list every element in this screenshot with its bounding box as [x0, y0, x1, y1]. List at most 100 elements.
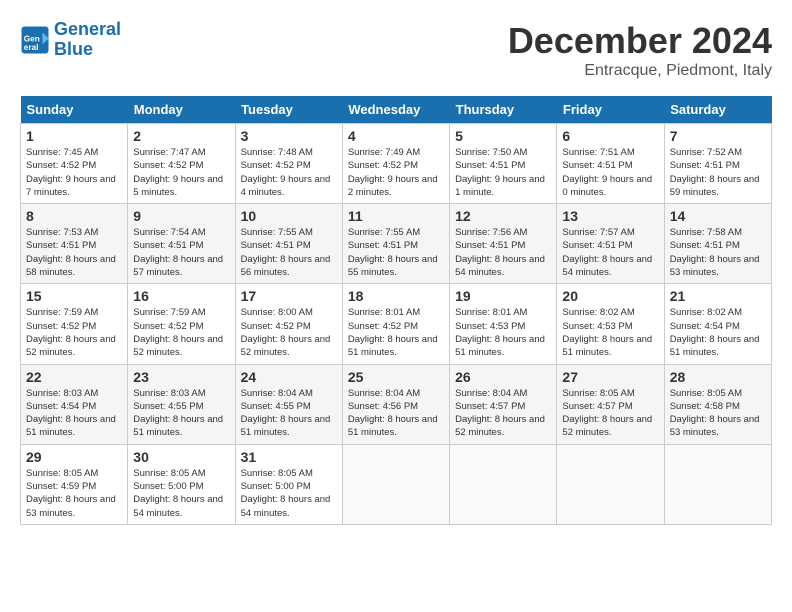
- calendar-cell: 21 Sunrise: 8:02 AM Sunset: 4:54 PM Dayli…: [664, 284, 771, 364]
- day-number: 25: [348, 369, 444, 385]
- day-info: Sunrise: 7:51 AM Sunset: 4:51 PM Dayligh…: [562, 146, 658, 199]
- calendar-cell: 24 Sunrise: 8:04 AM Sunset: 4:55 PM Dayli…: [235, 364, 342, 444]
- weekday-header-row: SundayMondayTuesdayWednesdayThursdayFrid…: [21, 96, 772, 124]
- day-number: 22: [26, 369, 122, 385]
- day-info: Sunrise: 7:55 AM Sunset: 4:51 PM Dayligh…: [241, 226, 337, 279]
- calendar-cell: 5Sunrise: 7:50 AM Sunset: 4:51 PM Daylig…: [450, 124, 557, 204]
- calendar-week-1: 1Sunrise: 7:45 AM Sunset: 4:52 PM Daylig…: [21, 124, 772, 204]
- logo: Gen eral General Blue: [20, 20, 121, 60]
- calendar-cell: 13 Sunrise: 7:57 AM Sunset: 4:51 PM Dayli…: [557, 204, 664, 284]
- day-number: 2: [133, 128, 229, 144]
- logo-line1: General: [54, 19, 121, 39]
- calendar-cell: 11 Sunrise: 7:55 AM Sunset: 4:51 PM Dayli…: [342, 204, 449, 284]
- day-info: Sunrise: 8:05 AM Sunset: 5:00 PM Dayligh…: [241, 467, 337, 520]
- calendar-cell: 26Sunrise: 8:04 AM Sunset: 4:57 PM Dayli…: [450, 364, 557, 444]
- day-info: Sunrise: 7:54 AM Sunset: 4:51 PM Dayligh…: [133, 226, 229, 279]
- calendar-cell: 19Sunrise: 8:01 AM Sunset: 4:53 PM Dayli…: [450, 284, 557, 364]
- day-info: Sunrise: 7:55 AM Sunset: 4:51 PM Dayligh…: [348, 226, 444, 279]
- day-number: 21: [670, 288, 766, 304]
- svg-text:eral: eral: [24, 43, 39, 52]
- calendar-cell: [342, 444, 449, 524]
- day-number: 1: [26, 128, 122, 144]
- calendar-cell: 12Sunrise: 7:56 AM Sunset: 4:51 PM Dayli…: [450, 204, 557, 284]
- day-number: 18: [348, 288, 444, 304]
- day-number: 9: [133, 208, 229, 224]
- day-info: Sunrise: 7:59 AM Sunset: 4:52 PM Dayligh…: [26, 306, 122, 359]
- page-header: Gen eral General Blue December 2024 Entr…: [20, 20, 772, 80]
- day-number: 5: [455, 128, 551, 144]
- calendar-week-4: 22 Sunrise: 8:03 AM Sunset: 4:54 PM Dayli…: [21, 364, 772, 444]
- calendar-cell: 18Sunrise: 8:01 AM Sunset: 4:52 PM Dayli…: [342, 284, 449, 364]
- day-number: 17: [241, 288, 337, 304]
- day-info: Sunrise: 8:05 AM Sunset: 4:58 PM Dayligh…: [670, 387, 766, 440]
- calendar-cell: 9 Sunrise: 7:54 AM Sunset: 4:51 PM Daylig…: [128, 204, 235, 284]
- day-number: 24: [241, 369, 337, 385]
- calendar-week-5: 29 Sunrise: 8:05 AM Sunset: 4:59 PM Dayli…: [21, 444, 772, 524]
- calendar-cell: 6 Sunrise: 7:51 AM Sunset: 4:51 PM Daylig…: [557, 124, 664, 204]
- logo-line2: Blue: [54, 39, 93, 59]
- day-number: 4: [348, 128, 444, 144]
- day-number: 20: [562, 288, 658, 304]
- day-number: 12: [455, 208, 551, 224]
- calendar-cell: [664, 444, 771, 524]
- weekday-header-sunday: Sunday: [21, 96, 128, 124]
- day-info: Sunrise: 7:47 AM Sunset: 4:52 PM Dayligh…: [133, 146, 229, 199]
- day-number: 13: [562, 208, 658, 224]
- day-number: 16: [133, 288, 229, 304]
- weekday-header-friday: Friday: [557, 96, 664, 124]
- day-info: Sunrise: 8:04 AM Sunset: 4:56 PM Dayligh…: [348, 387, 444, 440]
- calendar-cell: 7Sunrise: 7:52 AM Sunset: 4:51 PM Daylig…: [664, 124, 771, 204]
- day-info: Sunrise: 8:02 AM Sunset: 4:54 PM Dayligh…: [670, 306, 766, 359]
- calendar-cell: 4Sunrise: 7:49 AM Sunset: 4:52 PM Daylig…: [342, 124, 449, 204]
- day-number: 29: [26, 449, 122, 465]
- calendar-cell: 15Sunrise: 7:59 AM Sunset: 4:52 PM Dayli…: [21, 284, 128, 364]
- day-info: Sunrise: 7:59 AM Sunset: 4:52 PM Dayligh…: [133, 306, 229, 359]
- logo-icon: Gen eral: [20, 25, 50, 55]
- title-block: December 2024 Entracque, Piedmont, Italy: [508, 20, 772, 80]
- day-info: Sunrise: 8:04 AM Sunset: 4:55 PM Dayligh…: [241, 387, 337, 440]
- day-number: 11: [348, 208, 444, 224]
- weekday-header-tuesday: Tuesday: [235, 96, 342, 124]
- calendar-cell: 23 Sunrise: 8:03 AM Sunset: 4:55 PM Dayli…: [128, 364, 235, 444]
- day-number: 28: [670, 369, 766, 385]
- weekday-header-saturday: Saturday: [664, 96, 771, 124]
- day-info: Sunrise: 8:03 AM Sunset: 4:54 PM Dayligh…: [26, 387, 122, 440]
- month-title: December 2024: [508, 20, 772, 62]
- calendar-cell: 8Sunrise: 7:53 AM Sunset: 4:51 PM Daylig…: [21, 204, 128, 284]
- calendar-cell: 1Sunrise: 7:45 AM Sunset: 4:52 PM Daylig…: [21, 124, 128, 204]
- day-number: 26: [455, 369, 551, 385]
- day-number: 7: [670, 128, 766, 144]
- calendar-cell: 10 Sunrise: 7:55 AM Sunset: 4:51 PM Dayli…: [235, 204, 342, 284]
- day-number: 31: [241, 449, 337, 465]
- location-subtitle: Entracque, Piedmont, Italy: [508, 62, 772, 80]
- calendar-week-2: 8Sunrise: 7:53 AM Sunset: 4:51 PM Daylig…: [21, 204, 772, 284]
- calendar-cell: 22 Sunrise: 8:03 AM Sunset: 4:54 PM Dayli…: [21, 364, 128, 444]
- day-info: Sunrise: 8:05 AM Sunset: 4:57 PM Dayligh…: [562, 387, 658, 440]
- calendar-cell: 28 Sunrise: 8:05 AM Sunset: 4:58 PM Dayli…: [664, 364, 771, 444]
- calendar-cell: 31 Sunrise: 8:05 AM Sunset: 5:00 PM Dayli…: [235, 444, 342, 524]
- day-number: 23: [133, 369, 229, 385]
- day-info: Sunrise: 7:58 AM Sunset: 4:51 PM Dayligh…: [670, 226, 766, 279]
- day-info: Sunrise: 8:02 AM Sunset: 4:53 PM Dayligh…: [562, 306, 658, 359]
- calendar-cell: 20 Sunrise: 8:02 AM Sunset: 4:53 PM Dayli…: [557, 284, 664, 364]
- day-info: Sunrise: 7:57 AM Sunset: 4:51 PM Dayligh…: [562, 226, 658, 279]
- weekday-header-thursday: Thursday: [450, 96, 557, 124]
- day-number: 27: [562, 369, 658, 385]
- day-number: 14: [670, 208, 766, 224]
- calendar-cell: 27 Sunrise: 8:05 AM Sunset: 4:57 PM Dayli…: [557, 364, 664, 444]
- calendar-cell: 30Sunrise: 8:05 AM Sunset: 5:00 PM Dayli…: [128, 444, 235, 524]
- calendar-cell: [557, 444, 664, 524]
- calendar-cell: 3Sunrise: 7:48 AM Sunset: 4:52 PM Daylig…: [235, 124, 342, 204]
- calendar-table: SundayMondayTuesdayWednesdayThursdayFrid…: [20, 96, 772, 525]
- weekday-header-monday: Monday: [128, 96, 235, 124]
- day-info: Sunrise: 8:05 AM Sunset: 4:59 PM Dayligh…: [26, 467, 122, 520]
- day-number: 10: [241, 208, 337, 224]
- day-info: Sunrise: 8:03 AM Sunset: 4:55 PM Dayligh…: [133, 387, 229, 440]
- calendar-cell: 25 Sunrise: 8:04 AM Sunset: 4:56 PM Dayli…: [342, 364, 449, 444]
- day-info: Sunrise: 8:00 AM Sunset: 4:52 PM Dayligh…: [241, 306, 337, 359]
- day-number: 6: [562, 128, 658, 144]
- day-number: 3: [241, 128, 337, 144]
- calendar-week-3: 15Sunrise: 7:59 AM Sunset: 4:52 PM Dayli…: [21, 284, 772, 364]
- day-info: Sunrise: 8:05 AM Sunset: 5:00 PM Dayligh…: [133, 467, 229, 520]
- day-number: 8: [26, 208, 122, 224]
